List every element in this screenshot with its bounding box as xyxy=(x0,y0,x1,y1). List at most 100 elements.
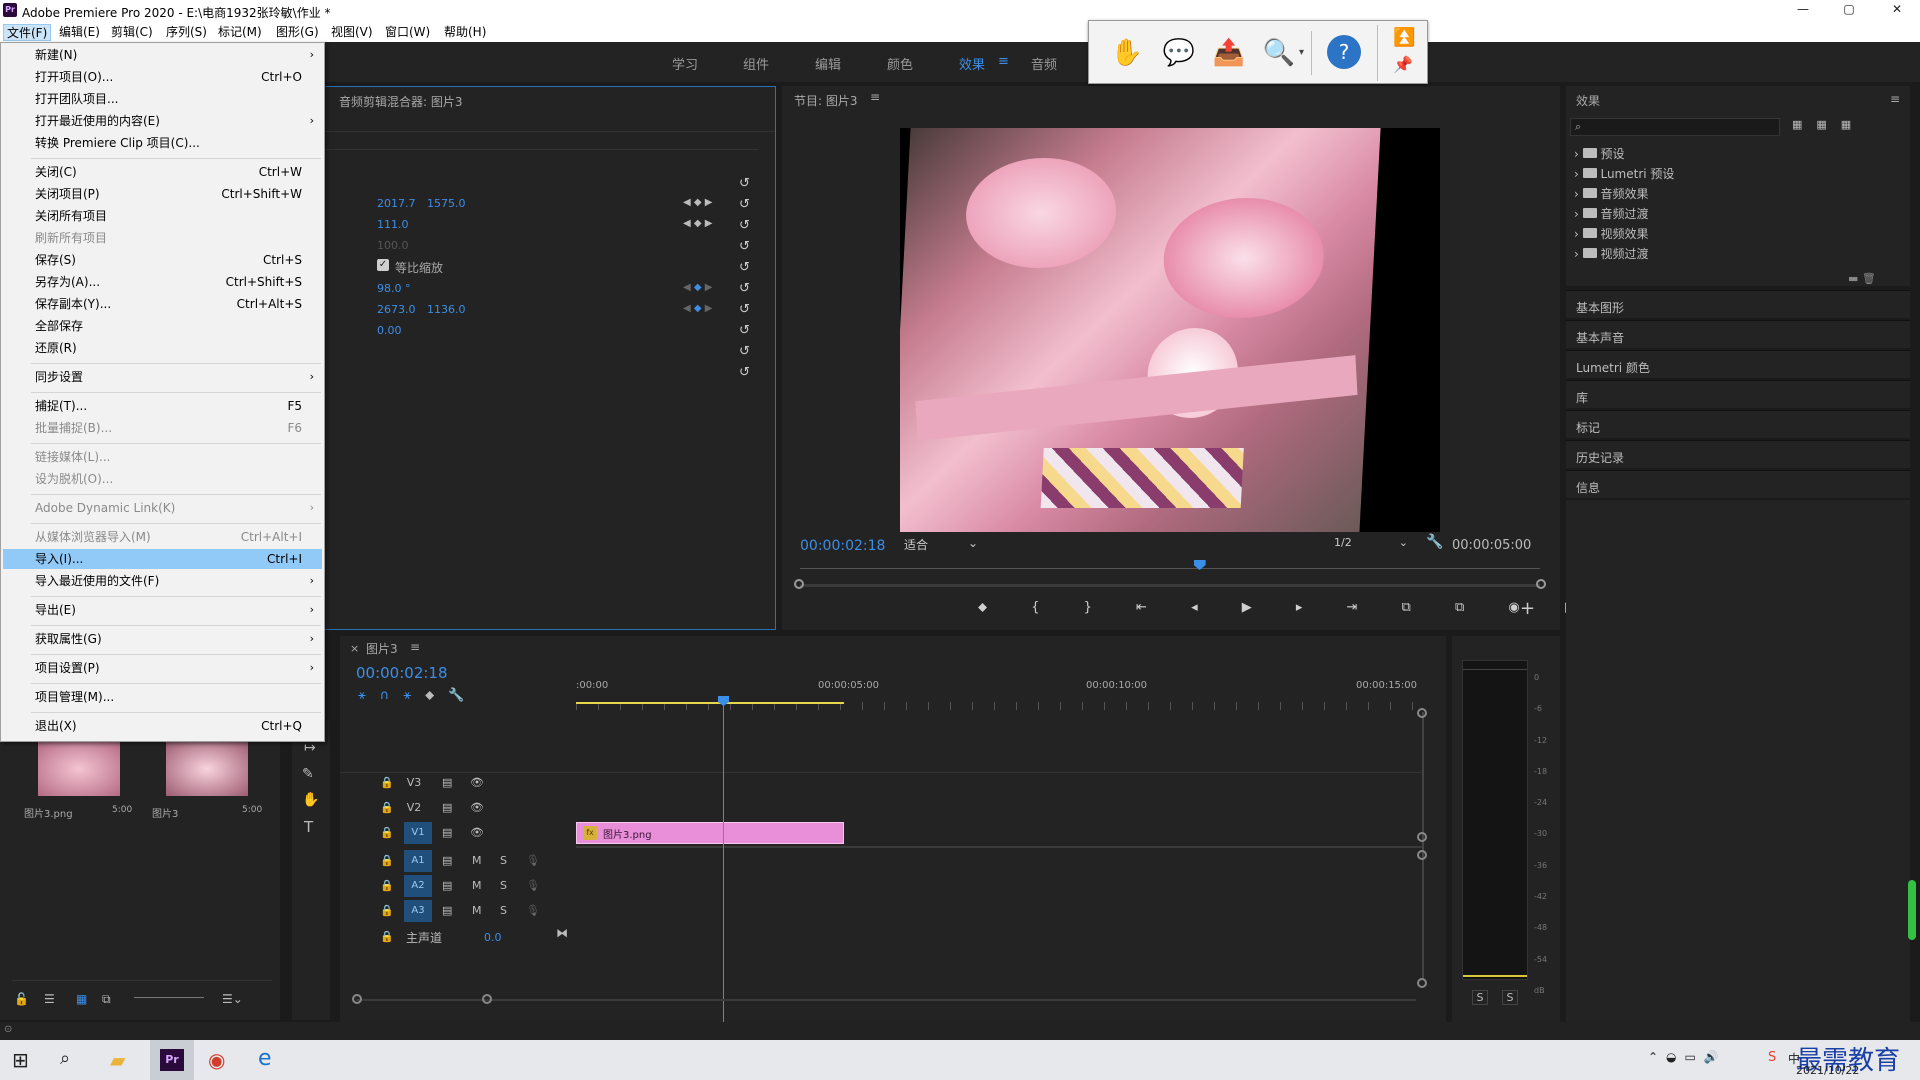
file-menu-item[interactable]: 打开项目(O)... Ctrl+O xyxy=(3,67,322,87)
mute-button[interactable]: M xyxy=(472,879,482,892)
chrome-icon[interactable]: ◉ xyxy=(208,1048,225,1072)
file-menu-item[interactable]: 另存为(A)... Ctrl+Shift+S xyxy=(3,272,322,292)
lock-icon[interactable]: 🔒 xyxy=(380,854,394,867)
type-tool-icon[interactable]: T xyxy=(304,818,313,836)
track-a2[interactable]: A2 xyxy=(404,875,432,897)
mute-button[interactable]: M xyxy=(472,904,482,917)
lock-icon[interactable]: 🔒 xyxy=(380,776,394,789)
lock-icon[interactable]: 🔒 xyxy=(380,801,394,814)
program-monitor-title[interactable]: 节目: 图片3 xyxy=(794,92,858,109)
mic-icon[interactable]: 🎙 xyxy=(526,879,540,892)
panel-history[interactable]: 历史记录 xyxy=(1566,440,1910,468)
pen-tool-icon[interactable]: ✎ xyxy=(302,766,314,782)
eye-icon[interactable]: 👁 xyxy=(470,801,484,814)
mute-button[interactable]: M xyxy=(472,854,482,867)
keyframe-nav-icon[interactable]: ◀ ◆ ▶ xyxy=(683,303,712,314)
keyframe-nav-icon[interactable]: ◀ ◆ ▶ xyxy=(683,197,712,208)
hand-tool-icon[interactable]: ✋ xyxy=(302,792,319,808)
workspace-tab-learn[interactable]: 学习 xyxy=(672,54,698,73)
sync-lock-icon[interactable]: ▤ xyxy=(442,904,452,917)
comment-icon[interactable]: 💬 xyxy=(1161,35,1197,71)
sync-lock-icon[interactable]: ▤ xyxy=(442,854,452,867)
file-menu-item[interactable]: 关闭项目(P) Ctrl+Shift+W xyxy=(3,184,322,204)
timeline-vertical-scrollbar[interactable] xyxy=(1422,712,1424,978)
maximize-button[interactable]: ▢ xyxy=(1834,2,1864,20)
master-volume-value[interactable]: 0.0 xyxy=(484,931,502,944)
collapse-up-icon[interactable]: ⏫ xyxy=(1393,27,1415,48)
wrench-icon[interactable]: 🔧 xyxy=(1426,534,1443,550)
ime-logo-icon[interactable]: S xyxy=(1768,1050,1776,1065)
zoom-slider[interactable] xyxy=(134,997,204,998)
audio-mixer-tab[interactable]: 音频剪辑混合器: 图片3 xyxy=(339,93,463,110)
file-menu-item[interactable]: 捕捉(T)... F5 xyxy=(3,396,322,416)
close-button[interactable]: ✕ xyxy=(1882,2,1912,20)
panel-libraries[interactable]: 库 xyxy=(1566,380,1910,408)
reset-icon[interactable]: ↺ ↺ ↺ ↺ ↺ ↺ ↺ ↺ ↺ ↺ xyxy=(739,173,750,383)
scale-value[interactable]: 111.0 xyxy=(377,218,409,231)
panel-essential-graphics[interactable]: 基本图形 xyxy=(1566,290,1910,318)
timeline-tab[interactable]: 图片3 xyxy=(366,640,398,657)
eye-icon[interactable]: 👁 xyxy=(470,826,484,839)
flicker-value[interactable]: 0.00 xyxy=(377,324,402,337)
menu-graphics[interactable]: 图形(G) xyxy=(273,24,322,41)
file-menu-item[interactable]: 转换 Premiere Clip 项目(C)... xyxy=(3,133,322,153)
track-v3[interactable]: V3 xyxy=(400,776,428,789)
timeline-horizontal-scrollbar[interactable] xyxy=(356,999,1416,1001)
file-menu-item[interactable]: 导出(E) › xyxy=(3,600,322,620)
sync-lock-icon[interactable]: ▤ xyxy=(442,826,452,839)
freeform-view-icon[interactable]: ⧉ xyxy=(102,992,111,1007)
thumbnail-image[interactable] xyxy=(38,742,120,796)
menu-sequence[interactable]: 序列(S) xyxy=(163,24,210,41)
eye-icon[interactable]: 👁 xyxy=(470,776,484,789)
track-a1[interactable]: A1 xyxy=(404,850,432,872)
track-a3[interactable]: A3 xyxy=(404,900,432,922)
program-video-frame[interactable] xyxy=(900,128,1440,532)
effects-folder-list[interactable]: › 预设 › Lumetri 预设 › 音频效果 › 音频过渡 › 视频效果 ›… xyxy=(1574,144,1674,264)
track-v1[interactable]: V1 xyxy=(404,822,432,844)
keyframe-nav-icon[interactable]: ◀ ◆ ▶ xyxy=(683,218,712,229)
workspace-menu-icon[interactable]: ≡ xyxy=(998,54,1009,69)
panel-menu-icon[interactable]: ≡ xyxy=(410,640,420,654)
premiere-taskbar-button[interactable]: Pr xyxy=(150,1040,194,1080)
panel-lumetri-color[interactable]: Lumetri 颜色 xyxy=(1566,350,1910,378)
lock-icon[interactable]: 🔒 xyxy=(380,930,394,943)
system-tray-icons[interactable]: ⌃◒▭🔊 xyxy=(1648,1050,1727,1064)
menu-marker[interactable]: 标记(M) xyxy=(215,24,265,41)
timeline-clip[interactable]: fx 图片3.png xyxy=(576,822,844,844)
workspace-tab-assembly[interactable]: 组件 xyxy=(743,54,769,73)
file-menu-item[interactable]: 打开团队项目... xyxy=(3,89,322,109)
file-menu-item[interactable]: 项目管理(M)... xyxy=(3,687,322,707)
menu-edit[interactable]: 编辑(E) xyxy=(56,24,103,41)
close-tab-icon[interactable]: × xyxy=(350,642,359,655)
file-explorer-icon[interactable]: ▰ xyxy=(110,1048,125,1072)
solo-button[interactable]: S xyxy=(500,854,507,867)
anchor-x-value[interactable]: 2673.0 xyxy=(377,303,416,316)
mic-icon[interactable]: 🎙 xyxy=(526,904,540,917)
workspace-tab-color[interactable]: 颜色 xyxy=(887,54,913,73)
keyframe-nav-icon[interactable]: ◀ ◆ ▶ xyxy=(683,282,712,293)
new-bin-icon[interactable]: ▬ 🗑 xyxy=(1848,272,1876,285)
hand-icon[interactable]: ✋ xyxy=(1109,35,1145,71)
quality-dropdown[interactable]: 1/2 ⌄ xyxy=(1334,536,1414,554)
file-menu-item[interactable]: 导入最近使用的文件(F) › xyxy=(3,571,322,591)
mic-icon[interactable]: 🎙 xyxy=(526,854,540,867)
panel-essential-sound[interactable]: 基本声音 xyxy=(1566,320,1910,348)
sync-lock-icon[interactable]: ▤ xyxy=(442,801,452,814)
rotation-value[interactable]: 98.0 ° xyxy=(377,282,411,295)
fit-dropdown[interactable]: 适合 ⌄ xyxy=(904,536,984,554)
sync-lock-icon[interactable]: ▤ xyxy=(442,879,452,892)
list-view-icon[interactable]: ☰ xyxy=(44,992,55,1006)
file-menu-item[interactable]: 退出(X) Ctrl+Q xyxy=(3,716,322,736)
solo-right-button[interactable]: S xyxy=(1502,990,1518,1005)
file-menu-item[interactable]: 项目设置(P) › xyxy=(3,658,322,678)
menu-file[interactable]: 文件(F) xyxy=(3,24,52,41)
slip-tool-icon[interactable]: ↦ xyxy=(304,740,316,756)
sort-icon[interactable]: ☰⌄ xyxy=(222,992,243,1006)
work-area-bar[interactable] xyxy=(576,702,844,704)
solo-left-button[interactable]: S xyxy=(1472,990,1488,1005)
help-icon[interactable]: ? xyxy=(1327,35,1361,69)
solo-button[interactable]: S xyxy=(500,904,507,917)
anchor-y-value[interactable]: 1136.0 xyxy=(427,303,466,316)
panel-menu-icon[interactable]: ≡ xyxy=(1890,92,1900,106)
file-menu-item[interactable]: 关闭(C) Ctrl+W xyxy=(3,162,322,182)
